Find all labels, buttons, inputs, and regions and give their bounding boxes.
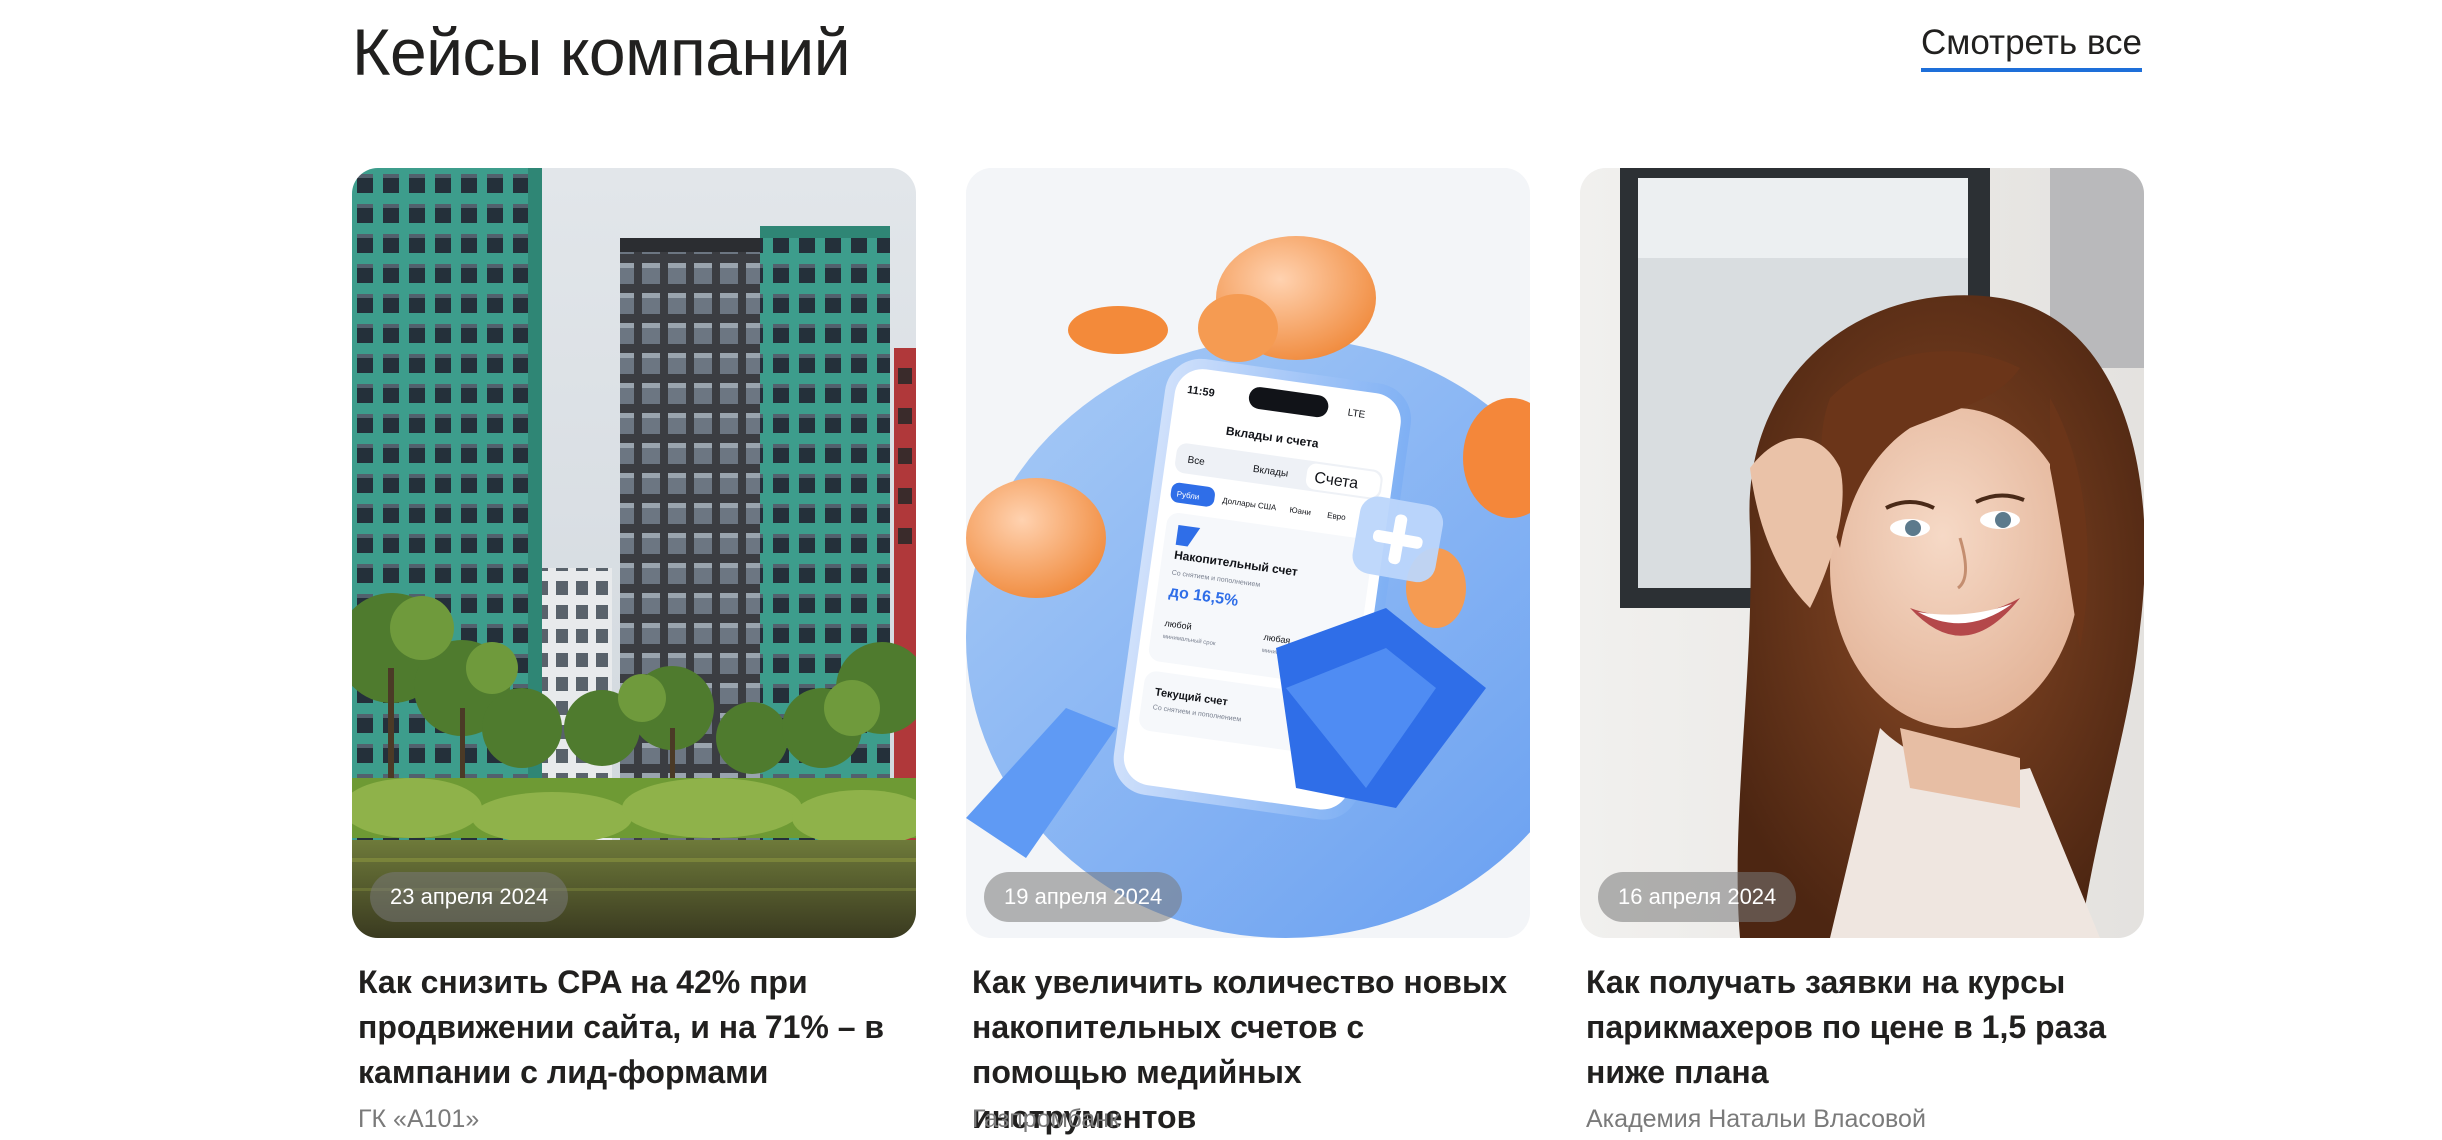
case-card-title[interactable]: Как получать заявки на курсы парикмахеро…	[1586, 960, 2138, 1095]
date-badge: 16 апреля 2024	[1598, 872, 1797, 922]
residential-buildings-photo	[352, 168, 916, 938]
case-card[interactable]: 23 апреля 2024 Как снизить CPA на 42% пр…	[352, 168, 916, 1133]
case-card[interactable]: 11:59 LTE Вклады и счета Все Вклады Счет…	[966, 168, 1530, 1135]
banking-app-illustration: 11:59 LTE Вклады и счета Все Вклады Счет…	[966, 168, 1530, 938]
section-title: Кейсы компаний	[352, 15, 851, 89]
case-card-image[interactable]: 16 апреля 2024	[1580, 168, 2144, 938]
section-header: Кейсы компаний Смотреть все	[352, 0, 2142, 100]
see-all-link[interactable]: Смотреть все	[1921, 20, 2142, 72]
case-card-title[interactable]: Как снизить CPA на 42% при продвижении с…	[358, 960, 910, 1095]
case-card-image[interactable]: 11:59 LTE Вклады и счета Все Вклады Счет…	[966, 168, 1530, 938]
company-cases-section: Кейсы компаний Смотреть все 23 апреля 20…	[352, 0, 2144, 1135]
case-card[interactable]: 16 апреля 2024 Как получать заявки на ку…	[1580, 168, 2144, 1133]
date-badge: 19 апреля 2024	[984, 872, 1183, 922]
case-card-company: ГК «А101»	[358, 1105, 480, 1133]
date-badge: 23 апреля 2024	[370, 872, 569, 922]
case-card-company: Газпромбанк	[972, 1105, 1120, 1133]
cases-list: 23 апреля 2024 Как снизить CPA на 42% пр…	[352, 168, 2144, 1135]
case-card-company: Академия Натальи Власовой	[1586, 1105, 1926, 1133]
smiling-woman-photo	[1580, 168, 2144, 938]
case-card-image[interactable]: 23 апреля 2024	[352, 168, 916, 938]
